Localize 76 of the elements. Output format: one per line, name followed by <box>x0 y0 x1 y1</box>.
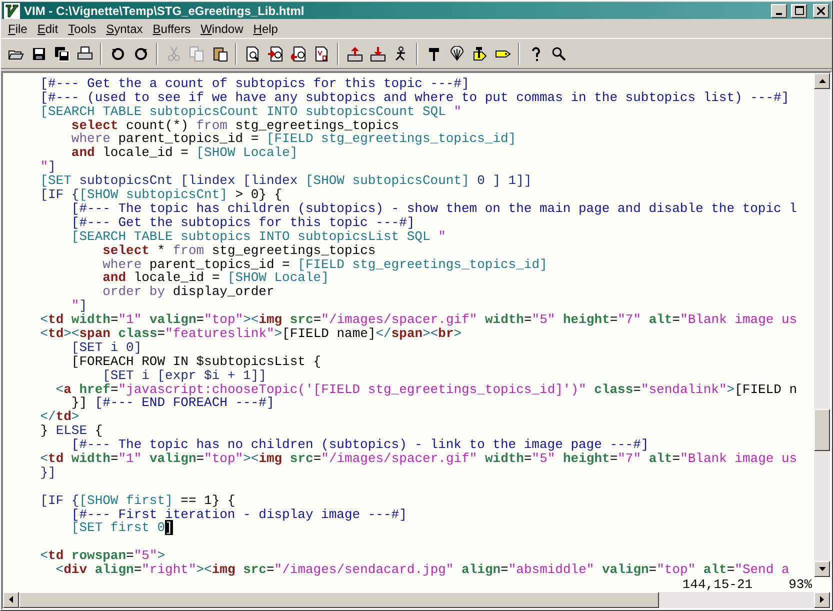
code-line: [SET subtopicsCnt [lindex [lindex [SHOW subtopicsCount] 0 ] 1]] <box>39 174 533 188</box>
code-line: "] <box>70 299 88 314</box>
code-line: "] <box>39 160 57 174</box>
code-line: [SET i [expr $i + 1]] <box>102 368 266 383</box>
copy-icon <box>188 46 204 62</box>
code-line: [FOREACH ROW IN $subtopicsList { <box>70 354 322 369</box>
paste-icon <box>212 46 228 62</box>
right-arrow-icon <box>820 596 824 604</box>
find-help-icon <box>550 46 566 62</box>
code-line: [SEARCH TABLE subtopicsCount INTO subtopicsCount SQL " <box>39 104 462 119</box>
save-icon <box>30 46 46 62</box>
code-line: [SET i 0] <box>70 340 143 355</box>
menu-item[interactable]: Buffers <box>148 22 196 36</box>
find-next-icon <box>268 46 284 62</box>
redo-icon <box>132 46 148 62</box>
menu-item[interactable]: Window <box>196 22 248 36</box>
load-session-icon <box>346 46 362 62</box>
shell-icon <box>448 46 464 62</box>
undo-icon <box>110 46 126 62</box>
minimize-icon <box>776 12 782 15</box>
code-line: [SET first 0] <box>70 521 174 536</box>
maximize-button[interactable] <box>791 4 807 18</box>
code-line: [#--- The topic has children (subtopics) - show them on the main page and disable the topic l <box>70 202 798 216</box>
code-line: </td> <box>39 410 80 424</box>
find-icon <box>244 46 260 62</box>
menu-item[interactable]: Edit <box>32 22 64 36</box>
tag-jump-icon <box>472 46 488 62</box>
code-line: <td width="1" valign="top"><img src="/images/spacer.gif" width="5" height="7" alt="Blank image us <box>39 452 798 466</box>
save-session-icon <box>370 46 386 62</box>
scroll-thumb[interactable] <box>19 592 659 608</box>
code-line: } ELSE { <box>39 424 104 438</box>
close-button[interactable] <box>813 4 829 18</box>
save-all-icon <box>54 46 70 62</box>
code-line: and locale_id = [SHOW Locale] <box>102 271 329 286</box>
code-line: <td width="1" valign="top"><img src="/images/spacer.gif" width="5" height="7" alt="Blank image us <box>39 313 798 327</box>
down-arrow-icon <box>818 566 826 571</box>
code-line: [#--- Get the subtopics for this topic ---#] <box>70 216 416 230</box>
cut-icon <box>166 46 182 62</box>
menu-item[interactable]: Tools <box>63 22 102 36</box>
code-line: [IF {[SHOW first] == 1} { <box>39 494 236 508</box>
code-line: <a href="javascript:chooseTopic('[FIELD stg_egreetings_topics_id]')" class="sendalink">[FIELD n <box>54 382 798 396</box>
close-icon <box>817 6 825 15</box>
code-line: [#--- The topic has no children (subtopics) - link to the image page ---#] <box>70 438 650 452</box>
horizontal-scrollbar[interactable] <box>3 592 830 608</box>
menu-item[interactable]: File <box>3 22 32 36</box>
menu-item[interactable]: Syntax <box>101 22 148 36</box>
scroll-thumb[interactable] <box>814 408 830 451</box>
minimize-button[interactable] <box>771 4 787 18</box>
code-line: [#--- (used to see if we have any subtopics and where to put commas in the subtopics list) ---#] <box>39 90 790 105</box>
replace-icon <box>314 46 330 62</box>
maximize-icon <box>794 6 804 16</box>
code-line: <td rowspan="5"> <box>39 549 166 564</box>
code-line: [SEARCH TABLE subtopics INTO subtopicsList SQL " <box>70 230 447 244</box>
cursor-position: 144,15-21 <box>682 576 753 592</box>
code-line: where parent_topics_id = [FIELD stg_egreetings_topics_id] <box>102 258 548 272</box>
code-line: where parent_topics_id = [FIELD stg_egreetings_topics_id] <box>70 132 518 146</box>
scroll-percent: 93% <box>788 576 812 592</box>
code-line: }] <box>39 466 57 480</box>
find-prev-icon <box>290 46 306 62</box>
code-line: <div align="right"><img src="/images/sendacard.jpg" align="absmiddle" valign="top" alt="Send a <box>54 563 790 577</box>
code-line: }] [#--- END FOREACH ---#] <box>70 396 274 410</box>
code-line: select count(*) from stg_egreetings_topics <box>71 118 400 132</box>
up-arrow-icon <box>818 78 826 83</box>
code-line: [IF {[SHOW subtopicsCnt] > 0} { <box>39 188 284 202</box>
code-line: order by display_order <box>102 285 276 300</box>
code-line: [#--- First iteration - display image ---#] <box>70 508 408 522</box>
code-line: [#--- Get the a count of subtopics for this topic ---#] <box>39 76 470 91</box>
menu-item[interactable]: Help <box>248 22 283 36</box>
code-line: select * from stg_egreetings_topics <box>102 244 376 258</box>
vertical-scrollbar[interactable] <box>814 72 830 577</box>
print-icon <box>76 46 92 62</box>
code-line: <td><span class="featureslink">[FIELD name]</span><br> <box>39 326 462 341</box>
vim-logo-icon <box>4 2 20 19</box>
left-arrow-icon <box>9 596 13 604</box>
code-line: and locale_id = [SHOW Locale] <box>70 146 299 160</box>
window-title: VIM - C:\Vignette\Temp\STG_eGreetings_Lib.html <box>24 4 306 18</box>
